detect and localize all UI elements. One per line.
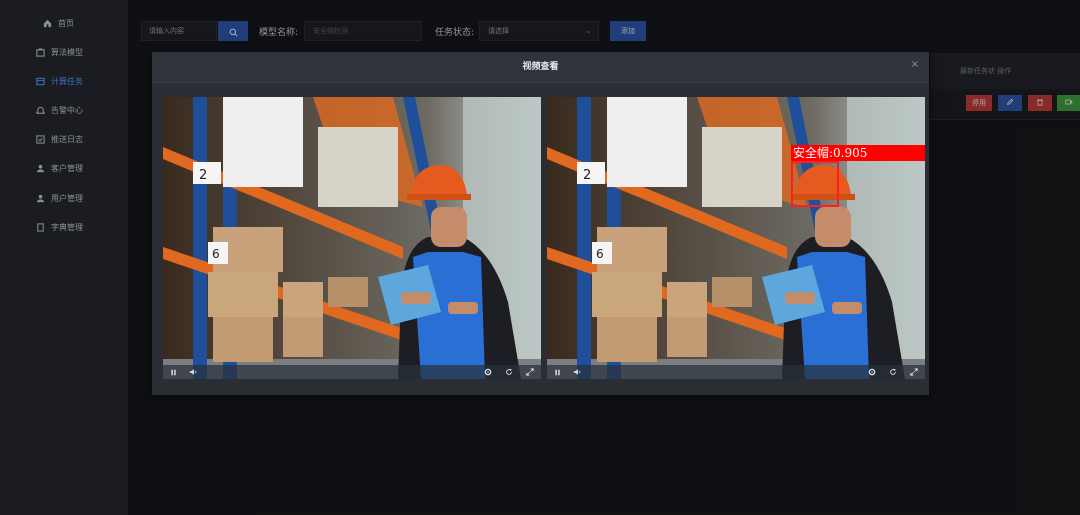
sidebar-item-home[interactable]: 首页 (0, 13, 128, 33)
bell-icon (35, 105, 45, 115)
pause-icon[interactable] (168, 367, 178, 377)
detection-video[interactable]: 2 6 安全帽:0.905 (547, 97, 925, 379)
svg-text:2: 2 (199, 168, 207, 183)
fullscreen-icon[interactable] (909, 367, 919, 377)
user-icon (35, 193, 45, 203)
log-icon (35, 134, 45, 144)
warehouse-video-frame: 2 6 (547, 97, 925, 379)
sidebar-item-users[interactable]: 用户管理 (0, 188, 128, 208)
video-controls (547, 365, 925, 379)
sidebar: 首页 算法模型 计算任务 告警中心 推送日志 客户管理 用户管理 字典管理 (0, 0, 129, 515)
pause-icon[interactable] (552, 367, 562, 377)
sidebar-item-label: 用户管理 (51, 193, 83, 203)
sidebar-item-dictionary[interactable]: 字典管理 (0, 217, 128, 237)
svg-text:6: 6 (212, 247, 220, 261)
modal-title: 视频查看 (522, 62, 559, 72)
model-icon (35, 47, 45, 57)
svg-text:6: 6 (596, 247, 604, 261)
video-controls (163, 365, 541, 379)
refresh-icon[interactable] (504, 367, 514, 377)
volume-icon[interactable] (572, 367, 582, 377)
modal-header: 视频查看 × (152, 52, 929, 83)
sidebar-item-label: 计算任务 (51, 76, 83, 86)
settings-icon[interactable] (867, 367, 877, 377)
home-icon (42, 18, 52, 28)
sidebar-item-label: 推送日志 (51, 134, 83, 144)
sidebar-item-push-log[interactable]: 推送日志 (0, 129, 128, 149)
sidebar-item-task[interactable]: 计算任务 (0, 71, 128, 91)
settings-icon[interactable] (483, 367, 493, 377)
sidebar-item-label: 客户管理 (51, 163, 83, 173)
fullscreen-icon[interactable] (525, 367, 535, 377)
sidebar-item-customers[interactable]: 客户管理 (0, 158, 128, 178)
warehouse-video-frame: 2 6 (163, 97, 541, 379)
close-icon[interactable]: × (911, 59, 919, 70)
sidebar-item-label: 算法模型 (51, 47, 83, 57)
sidebar-item-label: 告警中心 (51, 105, 83, 115)
refresh-icon[interactable] (888, 367, 898, 377)
task-icon (35, 76, 45, 86)
svg-text:2: 2 (583, 168, 591, 183)
sidebar-item-alerts[interactable]: 告警中心 (0, 100, 128, 120)
dict-icon (35, 222, 45, 232)
sidebar-item-label: 首页 (58, 18, 74, 28)
original-video[interactable]: 2 6 (163, 97, 541, 379)
user-icon (35, 163, 45, 173)
sidebar-item-label: 字典管理 (51, 222, 83, 232)
volume-icon[interactable] (188, 367, 198, 377)
sidebar-item-model[interactable]: 算法模型 (0, 42, 128, 62)
video-modal: 视频查看 × 2 6 2 6 安全帽:0.905 (152, 52, 929, 395)
detection-box (791, 161, 839, 207)
detection-label: 安全帽:0.905 (791, 145, 925, 161)
